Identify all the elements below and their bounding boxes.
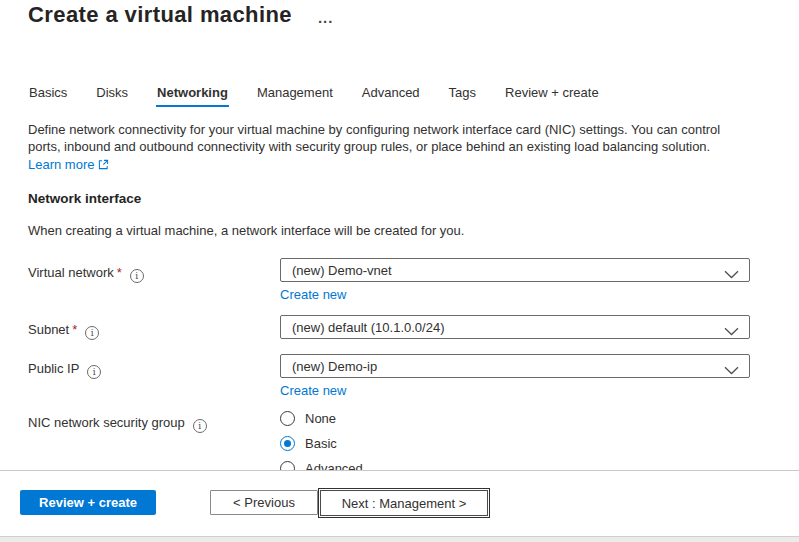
footer-bar: Review + create < Previous Next : Manage…: [0, 470, 799, 536]
section-subtitle: When creating a virtual machine, a netwo…: [28, 223, 765, 238]
main-content: Create a virtual machine ... Basics Disk…: [0, 0, 799, 470]
chevron-down-icon: [724, 324, 739, 339]
virtual-network-dropdown[interactable]: (new) Demo-vnet: [280, 258, 750, 282]
radio-advanced[interactable]: Advanced: [280, 461, 750, 470]
radio-icon: [280, 461, 295, 470]
review-create-button[interactable]: Review + create: [20, 490, 156, 515]
create-vm-page: Create a virtual machine ... Basics Disk…: [0, 0, 799, 542]
public-ip-dropdown[interactable]: (new) Demo-ip: [280, 354, 750, 378]
previous-button[interactable]: < Previous: [210, 490, 318, 515]
field-subnet: Subnet*i (new) default (10.1.0.0/24): [28, 315, 765, 340]
more-menu-icon[interactable]: ...: [318, 5, 334, 26]
tab-basics[interactable]: Basics: [28, 85, 68, 107]
radio-icon: [280, 436, 295, 451]
subnet-dropdown[interactable]: (new) default (10.1.0.0/24): [280, 315, 750, 339]
header: Create a virtual machine ...: [28, 0, 765, 28]
create-new-vnet-link[interactable]: Create new: [280, 287, 346, 302]
external-link-icon: [98, 156, 109, 173]
required-asterisk: *: [117, 265, 122, 280]
info-icon[interactable]: i: [87, 365, 101, 379]
bottom-strip: [0, 536, 799, 542]
nic-nsg-label: NIC network security groupi: [28, 411, 280, 433]
subnet-label: Subnet*i: [28, 315, 280, 340]
nic-nsg-radio-group: None Basic Advanced: [280, 411, 750, 470]
learn-more-row: Learn more: [28, 155, 765, 173]
learn-more-link[interactable]: Learn more: [28, 157, 94, 172]
tab-advanced[interactable]: Advanced: [361, 85, 421, 107]
radio-icon: [280, 411, 295, 426]
section-title: Network interface: [28, 191, 765, 206]
chevron-down-icon: [724, 363, 739, 378]
tab-management[interactable]: Management: [256, 85, 334, 107]
info-icon[interactable]: i: [85, 326, 99, 340]
virtual-network-label: Virtual network*i: [28, 258, 280, 283]
tab-bar: Basics Disks Networking Management Advan…: [28, 85, 765, 107]
create-new-public-ip-link[interactable]: Create new: [280, 383, 346, 398]
radio-basic[interactable]: Basic: [280, 436, 750, 451]
chevron-down-icon: [724, 267, 739, 282]
required-asterisk: *: [72, 322, 77, 337]
field-nic-nsg: NIC network security groupi None Basic A…: [28, 411, 765, 470]
radio-none[interactable]: None: [280, 411, 750, 426]
tab-disks[interactable]: Disks: [95, 85, 129, 107]
page-title: Create a virtual machine: [28, 2, 292, 28]
tab-description: Define network connectivity for your vir…: [28, 121, 752, 155]
tab-networking[interactable]: Networking: [156, 85, 229, 107]
info-icon[interactable]: i: [193, 419, 207, 433]
field-public-ip: Public IPi (new) Demo-ip Create new: [28, 354, 765, 397]
public-ip-label: Public IPi: [28, 354, 280, 379]
next-management-button[interactable]: Next : Management >: [318, 488, 490, 518]
form: Virtual network*i (new) Demo-vnet Create…: [28, 258, 765, 470]
tab-review-create[interactable]: Review + create: [504, 85, 600, 107]
info-icon[interactable]: i: [130, 269, 144, 283]
field-virtual-network: Virtual network*i (new) Demo-vnet Create…: [28, 258, 765, 301]
tab-tags[interactable]: Tags: [448, 85, 477, 107]
